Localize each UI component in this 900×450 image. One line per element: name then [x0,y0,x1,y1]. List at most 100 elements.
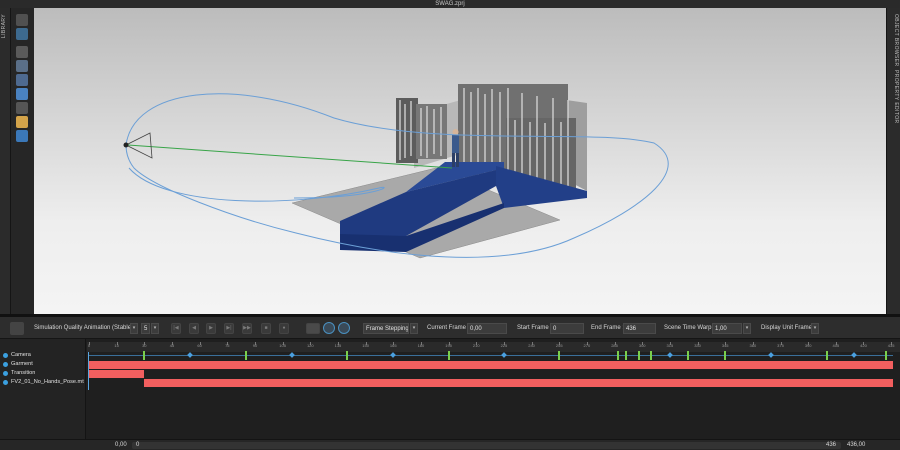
transition-clip[interactable] [89,370,145,378]
chevron-down-icon[interactable]: ▾ [410,323,418,334]
ruler-label: 315 [666,343,674,348]
chevron-down-icon[interactable]: ▾ [743,323,751,334]
chevron-down-icon[interactable]: ▾ [811,323,819,334]
move-gizmo-icon[interactable] [16,28,28,40]
ruler-label: 0 [87,343,91,348]
camera-keyframe-diamond[interactable] [501,352,507,358]
chevron-down-icon[interactable]: ▾ [151,323,159,334]
frame-stepping-dropdown[interactable]: Frame Stepping [363,323,409,334]
track-visibility-icon[interactable] [3,380,8,385]
skip-start-icon[interactable]: |◀ [171,323,181,334]
property-editor-tab[interactable]: PROPERTY EDITOR [890,70,899,124]
garment-icon[interactable] [16,74,28,86]
camera-keyframe-diamond[interactable] [851,352,858,358]
ruler-label: 195 [445,343,452,348]
pose-icon[interactable] [16,102,28,114]
track-row[interactable]: Garment [0,360,86,369]
camera-keyframe[interactable] [346,351,349,360]
scroll-end-value: 436,00 [847,442,866,448]
track-row[interactable]: Camera [0,351,86,360]
ruler-label: 180 [417,343,425,348]
camera-keyframe-diamond[interactable] [667,352,673,358]
camera-keyframe[interactable] [884,351,887,360]
scroll-start-value: 0,00 [115,442,127,448]
track-visibility-icon[interactable] [3,371,8,376]
camera-keyframe-diamond[interactable] [289,352,295,358]
camera-keyframe-diamond[interactable] [768,352,775,358]
prev-frame-icon[interactable]: ◀ [189,323,199,334]
3d-viewport[interactable] [34,8,886,314]
library-label: LIBRARY [1,14,7,39]
pose-clip[interactable] [144,379,893,387]
camera-keyframe[interactable] [447,351,450,360]
auto-key-icon[interactable] [323,322,335,334]
select-icon[interactable] [16,14,28,26]
next-frame-icon[interactable]: ▶| [224,323,234,334]
ruler-label: 120 [306,343,314,348]
chevron-down-icon[interactable]: ▾ [130,323,138,334]
camera-keyframe[interactable] [143,351,146,360]
key-filter-icon[interactable] [338,322,350,334]
track-visibility-icon[interactable] [3,362,8,367]
camera-keyframe[interactable] [617,351,620,360]
track-list: Camera Garment Transition FV2_01_No_Hand… [0,339,86,439]
simulation-quality-dropdown[interactable]: Simulation Quality Animation (Stable [34,323,131,334]
library-panel-tab[interactable]: LIBRARY [0,8,11,314]
ruler-label: 165 [389,343,397,348]
track-visibility-icon[interactable] [3,353,8,358]
pose-lane[interactable] [87,378,900,387]
track-row[interactable]: Transition [0,369,86,378]
ruler-label: 45 [169,343,175,348]
timeline-panel: Camera Garment Transition FV2_01_No_Hand… [0,339,900,450]
playhead[interactable] [88,352,89,390]
scroll-track[interactable] [132,442,841,449]
zoom-icon[interactable] [16,130,28,142]
record-icon-2[interactable] [306,323,320,334]
record-icon[interactable] [10,322,24,335]
object-browser-tab[interactable]: OBJECT BROWSER [890,14,899,66]
camera-keyframe[interactable] [244,351,247,360]
ruler-label: 285 [611,343,618,348]
transition-lane[interactable] [87,369,900,378]
track-row[interactable]: FV2_01_No_Hands_Pose.mt [0,378,86,387]
window-title: SWAG.zprj [0,0,900,8]
end-frame-field[interactable]: 436 [623,323,656,334]
simulation-value-field[interactable]: 5 [141,323,150,334]
stop-icon[interactable]: ■ [261,323,271,334]
play-icon[interactable]: ▶ [206,323,216,334]
ruler-label: 90 [252,343,258,348]
ruler-label: 240 [528,343,535,348]
camera-keyframe[interactable] [687,351,690,360]
start-frame-field[interactable]: 0 [550,323,584,334]
ruler-label: 135 [334,343,342,348]
camera-keyframe[interactable] [825,351,828,360]
ruler-label: 75 [225,343,230,348]
skip-end-icon[interactable]: ▶▶ [242,323,252,334]
transform-icon[interactable] [16,46,28,58]
current-frame-field[interactable]: 0,00 [467,323,507,334]
tool-column [11,8,34,314]
range-end: 436 [826,442,837,448]
animation-toolbar: Simulation Quality Animation (Stable ▾ 5… [0,317,900,339]
camera-keyframe-diamond[interactable] [390,352,397,358]
ruler-label: 420 [860,343,867,348]
camera-keyframe[interactable] [724,351,727,360]
start-frame-label: Start Frame : [517,325,553,331]
camera-icon[interactable] [16,88,28,100]
camera-keyframe-diamond[interactable] [187,352,194,358]
end-frame-label: End Frame : [591,325,625,331]
display-unit-dropdown[interactable]: Display Unit Frame [761,323,812,334]
camera-lane[interactable] [87,351,900,360]
camera-keyframe[interactable] [558,351,561,360]
ruler-label: 390 [804,343,812,348]
avatar-icon[interactable] [16,60,28,72]
scene-time-warp-field[interactable]: 1,00 [712,323,742,334]
loop-icon[interactable]: ● [279,323,289,334]
ruler-label: 30 [142,343,147,348]
sun-icon[interactable] [16,116,28,128]
garment-lane[interactable] [87,360,900,369]
garment-clip[interactable] [89,361,893,369]
camera-keyframe[interactable] [624,351,627,360]
camera-keyframe[interactable] [650,351,653,360]
camera-keyframe[interactable] [637,351,640,360]
